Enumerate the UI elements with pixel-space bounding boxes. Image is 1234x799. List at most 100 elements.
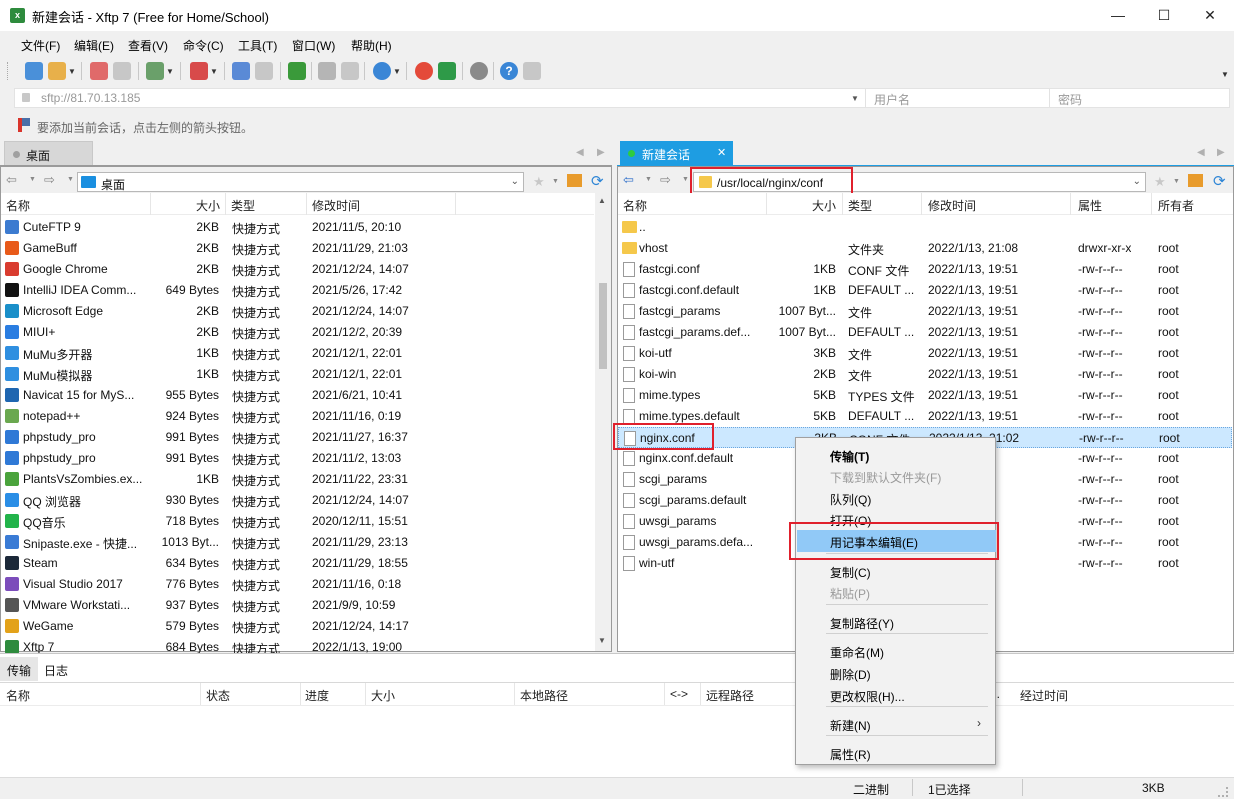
chevron-down-icon[interactable]: ▼ <box>682 176 689 183</box>
file-row[interactable]: fastcgi.conf 1KB CONF 文件 2022/1/13, 19:51 -r… <box>618 259 1232 280</box>
column-divider[interactable] <box>664 683 665 705</box>
menu-item[interactable]: 工具(T) <box>238 37 277 54</box>
local-path-combo[interactable]: 桌面 ⌄ <box>77 172 524 192</box>
column-header[interactable]: 属性 <box>1078 197 1102 214</box>
menu-item[interactable]: 查看(V) <box>128 37 168 54</box>
file-row[interactable]: Microsoft Edge 2KB 快捷方式 2021/12/24, 14:07 <box>1 301 594 322</box>
column-header[interactable]: 修改时间 <box>312 197 360 214</box>
column-header[interactable]: 经过时间 <box>1020 687 1068 704</box>
file-row[interactable]: MuMu多开器 1KB 快捷方式 2021/12/1, 22:01 <box>1 343 594 364</box>
column-divider[interactable] <box>150 193 151 215</box>
context-menu-item[interactable]: 删除(D) <box>797 662 996 684</box>
column-header[interactable]: 大小 <box>371 687 395 704</box>
context-menu-item[interactable]: 新建(N) › <box>797 713 996 735</box>
column-divider[interactable] <box>365 683 366 705</box>
menu-item[interactable]: 命令(C) <box>183 37 224 54</box>
menu-item[interactable]: 窗口(W) <box>292 37 335 54</box>
column-divider[interactable] <box>842 193 843 215</box>
file-row[interactable]: koi-utf 3KB 文件 2022/1/13, 19:51 -rw-r--r-- ro… <box>618 343 1232 364</box>
column-header[interactable]: 所有者 <box>1158 197 1194 214</box>
column-header[interactable]: 状态 <box>206 687 230 704</box>
chevron-down-icon[interactable]: ▼ <box>645 176 652 183</box>
file-row[interactable]: .. <box>618 217 1232 238</box>
column-header[interactable]: 大小 <box>150 197 220 214</box>
column-header[interactable]: 修改时间 <box>928 197 976 214</box>
minimize-icon[interactable]: — <box>1095 0 1141 31</box>
tab-transfer[interactable]: 传输 <box>0 657 38 681</box>
chat-icon[interactable] <box>523 62 541 80</box>
column-header[interactable]: 远程路径 <box>706 687 754 704</box>
host-input[interactable]: sftp://81.70.13.185 <box>41 91 140 105</box>
sync-icon[interactable] <box>288 62 306 80</box>
new-session-icon[interactable] <box>25 62 43 80</box>
xftp-icon[interactable] <box>438 62 456 80</box>
file-row[interactable]: Snipaste.exe - 快捷... 1013 Byt... 快捷方式 2021/… <box>1 532 594 553</box>
password-input[interactable]: 密码 <box>1058 91 1082 108</box>
paste-icon[interactable] <box>341 62 359 80</box>
chevron-down-icon[interactable]: ▼ <box>29 176 36 183</box>
chevron-down-icon[interactable]: ▼ <box>393 67 401 76</box>
local-scrollbar[interactable]: ▲ ▼ <box>595 193 611 651</box>
toolbar-overflow-icon[interactable]: ▼ <box>1221 70 1229 79</box>
scroll-thumb[interactable] <box>599 283 607 369</box>
home-icon[interactable] <box>567 174 582 187</box>
xshell-icon[interactable] <box>415 62 433 80</box>
star-icon[interactable]: ★ <box>1154 174 1166 190</box>
resize-grip-icon[interactable] <box>1218 787 1228 797</box>
file-row[interactable]: IntelliJ IDEA Comm... 649 Bytes 快捷方式 2021/5… <box>1 280 594 301</box>
globe-icon[interactable] <box>373 62 391 80</box>
column-divider[interactable] <box>766 193 767 215</box>
menu-item[interactable]: 文件(F) <box>21 37 60 54</box>
file-row[interactable]: phpstudy_pro 991 Bytes 快捷方式 2021/11/2, 13:0… <box>1 448 594 469</box>
file-row[interactable]: fastcgi_params.def... 1007 Byt... DEFAULT … <box>618 322 1232 343</box>
star-icon[interactable]: ★ <box>533 174 545 190</box>
terminal-icon[interactable] <box>190 62 208 80</box>
context-menu-item[interactable]: 重命名(M) <box>797 640 996 662</box>
file-row[interactable]: GameBuff 2KB 快捷方式 2021/11/29, 21:03 <box>1 238 594 259</box>
refresh-icon[interactable]: ⟳ <box>591 172 604 190</box>
column-divider[interactable] <box>1070 193 1071 215</box>
file-row[interactable]: WeGame 579 Bytes 快捷方式 2021/12/24, 14:17 <box>1 616 594 637</box>
column-divider[interactable] <box>514 683 515 705</box>
file-row[interactable]: PlantsVsZombies.ex... 1KB 快捷方式 2021/11/22, … <box>1 469 594 490</box>
chevron-down-icon[interactable]: ▼ <box>210 67 218 76</box>
column-divider[interactable] <box>306 193 307 215</box>
chevron-down-icon[interactable]: ▼ <box>67 176 74 183</box>
chevron-down-icon[interactable]: ▼ <box>166 67 174 76</box>
column-divider[interactable] <box>700 683 701 705</box>
column-header[interactable]: 大小 <box>766 197 836 214</box>
disconnect-icon[interactable] <box>90 62 108 80</box>
column-header[interactable]: 类型 <box>848 197 872 214</box>
chevron-down-icon[interactable]: ▼ <box>851 94 859 103</box>
file-row[interactable]: Navicat 15 for MyS... 955 Bytes 快捷方式 2021/6… <box>1 385 594 406</box>
forward-icon[interactable]: ⇨ <box>44 172 55 188</box>
bookmark-arrow-icon[interactable] <box>18 118 31 132</box>
chevron-down-icon[interactable]: ▼ <box>68 67 76 76</box>
download-icon[interactable] <box>255 62 273 80</box>
column-divider[interactable] <box>225 193 226 215</box>
file-row[interactable]: VMware Workstati... 937 Bytes 快捷方式 2021/9/9… <box>1 595 594 616</box>
context-menu-item[interactable]: 队列(Q) <box>797 487 996 509</box>
username-input[interactable]: 用户名 <box>874 91 910 108</box>
close-icon[interactable]: ✕ <box>1187 0 1233 31</box>
copy-icon[interactable] <box>318 62 336 80</box>
menu-item[interactable]: 编辑(E) <box>74 37 114 54</box>
chevron-down-icon[interactable]: ▼ <box>552 178 559 185</box>
file-row[interactable]: QQ音乐 718 Bytes 快捷方式 2020/12/11, 15:51 <box>1 511 594 532</box>
column-divider[interactable] <box>455 193 456 215</box>
tab-log[interactable]: 日志 <box>38 657 76 681</box>
context-menu-item[interactable]: 更改权限(H)... <box>797 684 996 706</box>
gear-icon[interactable] <box>470 62 488 80</box>
chevron-left-icon[interactable]: ◀ <box>576 147 584 158</box>
chevron-down-icon[interactable]: ▼ <box>1173 178 1180 185</box>
home-icon[interactable] <box>1188 174 1203 187</box>
column-divider[interactable] <box>1151 193 1152 215</box>
column-header[interactable]: 本地路径 <box>520 687 568 704</box>
refresh-icon[interactable]: ⟳ <box>1213 172 1226 190</box>
tab-desktop[interactable]: 桌面 <box>4 141 93 165</box>
chevron-up-icon[interactable]: ▲ <box>598 196 606 205</box>
file-row[interactable]: QQ 浏览器 930 Bytes 快捷方式 2021/12/24, 14:07 <box>1 490 594 511</box>
back-icon[interactable]: ⇦ <box>6 172 17 188</box>
file-row[interactable]: koi-win 2KB 文件 2022/1/13, 19:51 -rw-r--r-- ro… <box>618 364 1232 385</box>
column-header[interactable]: 进度 <box>305 687 329 704</box>
